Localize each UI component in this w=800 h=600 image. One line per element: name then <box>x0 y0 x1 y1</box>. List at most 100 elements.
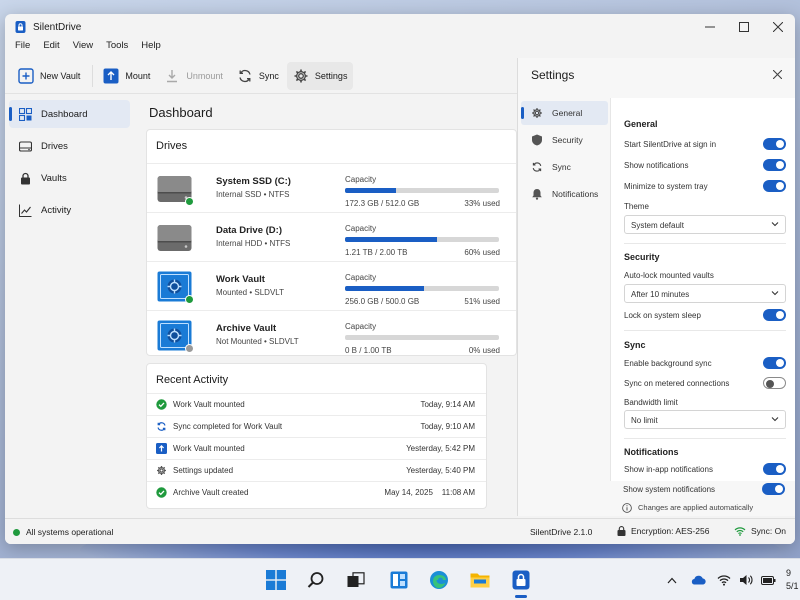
minimize-tray-label: Minimize to system tray <box>624 182 708 191</box>
capacity-label: Capacity <box>345 322 377 331</box>
toolbar: New Vault Mount Unmount Sync Settings <box>5 58 517 94</box>
lock-on-sleep-label: Lock on system sleep <box>624 311 701 320</box>
capacity-bar <box>345 286 499 291</box>
drive-name: System SSD (C:) <box>216 176 291 187</box>
in-app-notifications-toggle[interactable] <box>763 463 786 475</box>
sync-button[interactable]: Sync <box>231 62 285 90</box>
start-at-signin-toggle[interactable] <box>763 138 786 150</box>
mount-button[interactable]: Mount <box>97 62 156 90</box>
close-window-button[interactable] <box>761 14 795 40</box>
chevron-down-icon <box>771 291 779 296</box>
status-health: All systems operational <box>13 527 113 537</box>
lock-on-sleep-toggle[interactable] <box>763 309 786 321</box>
activity-time: Today, 9:14 AM <box>420 400 475 409</box>
tray-wifi[interactable] <box>716 572 732 588</box>
sidebar-item-drives[interactable]: Drives <box>9 132 130 160</box>
taskbar-silentdrive-button[interactable] <box>508 567 534 593</box>
status-health-text: All systems operational <box>26 527 114 537</box>
unmount-button[interactable]: Unmount <box>158 62 229 90</box>
drive-row[interactable]: Data Drive (D:) Internal HDD • NTFS Capaci… <box>147 212 516 261</box>
capacity-label: Capacity <box>345 224 377 233</box>
capacity-fill <box>345 286 424 291</box>
capacity-fill <box>345 237 438 242</box>
menu-help[interactable]: Help <box>141 40 161 56</box>
minimize-tray-toggle[interactable] <box>763 180 786 192</box>
activity-row: Sync completed for Work Vault Today, 9:10… <box>147 415 486 436</box>
active-app-indicator <box>515 595 527 598</box>
file-explorer-button[interactable] <box>467 567 493 593</box>
widgets-button[interactable] <box>386 567 412 593</box>
start-button[interactable] <box>263 567 289 593</box>
maximize-button[interactable] <box>727 14 761 40</box>
settings-nav-notifications[interactable]: Notifications <box>521 182 608 206</box>
tray-overflow-button[interactable] <box>664 572 680 588</box>
metered-sync-label: Sync on metered connections <box>624 379 730 388</box>
bandwidth-select[interactable]: No limit <box>624 410 786 429</box>
show-notifications-toggle[interactable] <box>763 159 786 171</box>
new-vault-button[interactable]: New Vault <box>12 62 86 90</box>
settings-nav-label: General <box>552 108 583 118</box>
theme-select[interactable]: System default <box>624 215 786 234</box>
page-title: Dashboard <box>149 105 213 120</box>
taskbar-clock[interactable]: 9 5/1 <box>786 567 799 593</box>
search-button[interactable] <box>303 567 329 593</box>
settings-nav-security[interactable]: Security <box>521 128 608 152</box>
capacity-bar <box>345 335 499 340</box>
settings-nav-sync[interactable]: Sync <box>521 155 608 179</box>
dashboard-icon <box>19 107 32 121</box>
section-divider <box>624 243 786 244</box>
drives-card: Drives System SSD (C:) Internal SSD • NTF… <box>146 129 517 356</box>
sidebar-item-activity[interactable]: Activity <box>9 196 130 224</box>
plus-square-icon <box>18 67 34 84</box>
theme-value: System default <box>631 221 684 230</box>
drive-subtitle: Not Mounted • SLDVLT <box>216 337 299 346</box>
capacity-label: Capacity <box>345 273 377 282</box>
window-title: SilentDrive <box>33 21 82 33</box>
enable-bg-sync-toggle[interactable] <box>763 357 786 369</box>
clock-date: 5/1 <box>786 581 799 591</box>
drive-row[interactable]: Work Vault Mounted • SLDVLT Capacity 256.0 … <box>147 261 516 310</box>
online-status-dot <box>185 197 194 206</box>
mount-icon <box>103 68 119 83</box>
activity-time: Yesterday, 5:40 PM <box>406 466 475 475</box>
drive-name: Data Drive (D:) <box>216 225 282 236</box>
offline-status-dot <box>185 344 194 353</box>
minimize-button[interactable] <box>693 14 727 40</box>
status-encryption-text: Encryption: AES-256 <box>631 526 710 536</box>
chevron-down-icon <box>771 417 779 422</box>
main-content: Dashboard Drives System SSD (C:) Internal… <box>143 96 518 516</box>
settings-nav-general[interactable]: General <box>521 101 608 125</box>
close-settings-icon[interactable] <box>772 67 783 82</box>
edge-button[interactable] <box>426 567 452 593</box>
tray-onedrive[interactable] <box>690 572 706 588</box>
system-notifications-toggle[interactable] <box>762 483 785 495</box>
menu-view[interactable]: View <box>73 40 93 56</box>
drive-row[interactable]: System SSD (C:) Internal SSD • NTFS Capaci… <box>147 163 516 212</box>
sidebar-item-vaults[interactable]: Vaults <box>9 164 130 192</box>
settings-button[interactable]: Settings <box>286 61 354 90</box>
sync-icon <box>239 69 251 82</box>
drive-name: Archive Vault <box>216 323 277 334</box>
folder-icon <box>470 573 490 588</box>
tray-battery[interactable] <box>760 572 776 588</box>
autolock-select[interactable]: After 10 minutes <box>624 284 786 303</box>
check-circle-icon <box>156 399 167 410</box>
metered-sync-toggle[interactable] <box>763 377 786 389</box>
activity-time: Yesterday, 5:42 PM <box>406 444 475 453</box>
menu-tools[interactable]: Tools <box>106 40 128 56</box>
drive-row[interactable]: Archive Vault Not Mounted • SLDVLT Capacit… <box>147 310 516 359</box>
task-view-button[interactable] <box>343 567 369 593</box>
tray-volume[interactable] <box>738 572 754 588</box>
search-icon <box>307 572 324 588</box>
windows-icon <box>266 570 286 590</box>
app-window: SilentDrive File Edit View Tools Help Ne… <box>5 14 795 544</box>
menu-file[interactable]: File <box>15 40 30 56</box>
shield-icon <box>532 134 542 146</box>
activity-card-title: Recent Activity <box>156 374 229 386</box>
edge-browser-icon <box>430 571 448 589</box>
activity-time: Today, 9:10 AM <box>420 422 475 431</box>
sidebar-item-dashboard[interactable]: Dashboard <box>9 100 130 128</box>
chevron-up-icon <box>667 577 677 583</box>
menu-edit[interactable]: Edit <box>43 40 59 56</box>
menu-bar: File Edit View Tools Help <box>5 40 174 56</box>
